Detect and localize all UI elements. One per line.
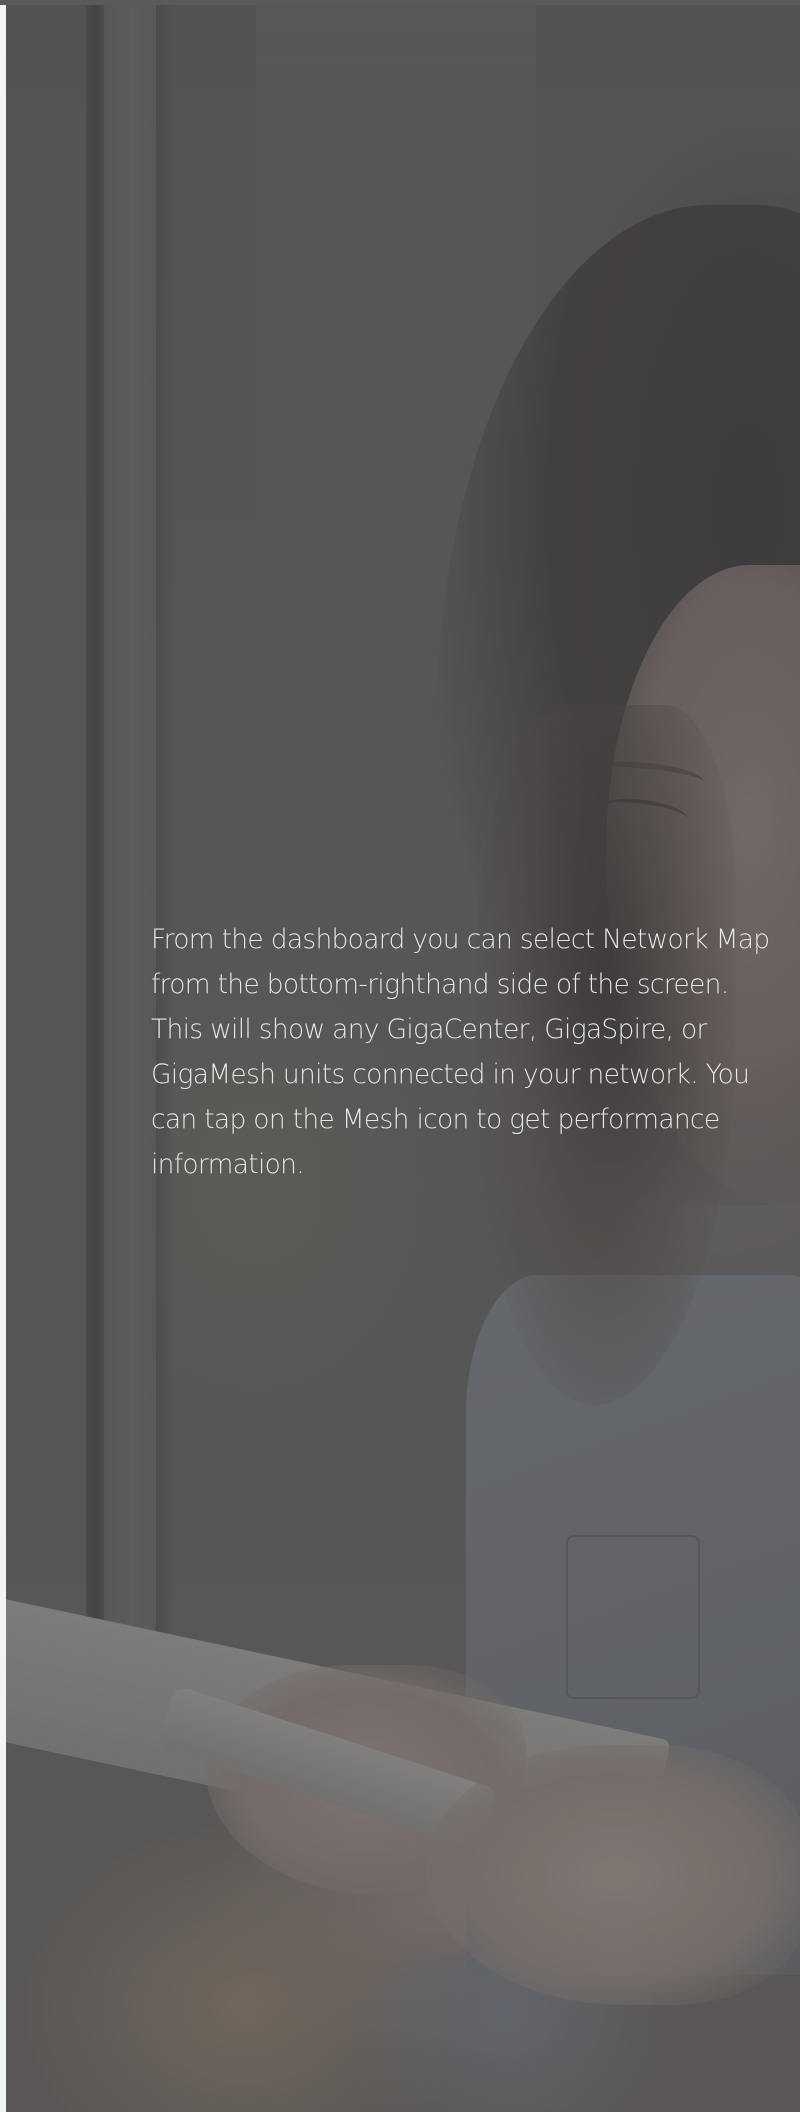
hero-section: From the dashboard you can select Networ… xyxy=(6,5,800,2112)
page: From the dashboard you can select Networ… xyxy=(0,0,800,2112)
hero-caption: From the dashboard you can select Networ… xyxy=(151,924,770,1180)
